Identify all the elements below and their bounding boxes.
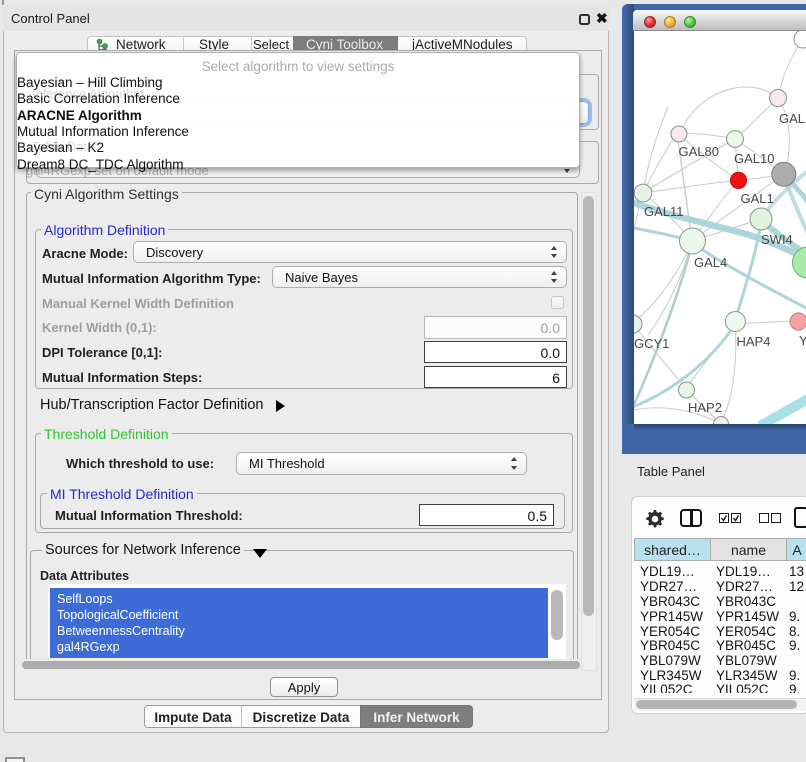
svg-text:GAL80: GAL80 (679, 144, 719, 159)
svg-text:GCY1: GCY1 (634, 336, 669, 351)
svg-text:GAL2: GAL2 (779, 111, 806, 126)
svg-text:HAP4: HAP4 (737, 334, 771, 349)
svg-text:GAL11: GAL11 (644, 204, 684, 219)
svg-text:YM: YM (799, 333, 806, 348)
svg-text:GAL1: GAL1 (741, 191, 774, 206)
svg-text:HAP2: HAP2 (688, 400, 722, 415)
svg-text:GAL4: GAL4 (694, 255, 727, 270)
svg-text:GAL10: GAL10 (734, 151, 774, 166)
svg-text:SWI4: SWI4 (761, 232, 793, 247)
